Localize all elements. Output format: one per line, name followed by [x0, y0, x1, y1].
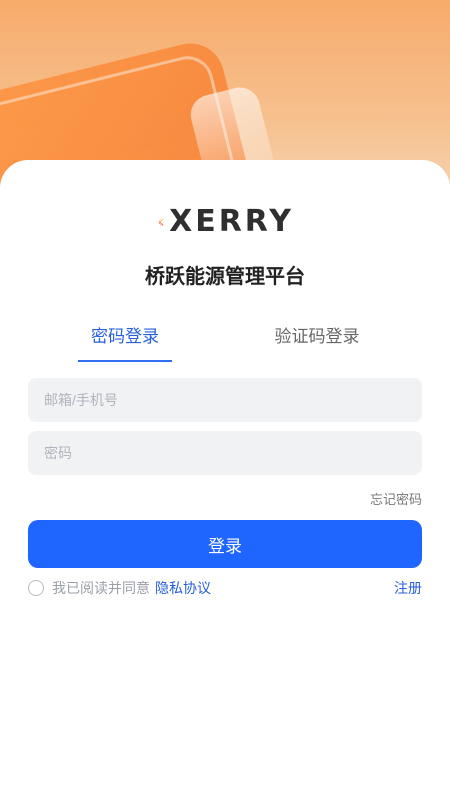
privacy-policy-link[interactable]: 隐私协议 — [155, 578, 211, 598]
tab-password-login[interactable]: 密码登录 — [78, 322, 172, 362]
register-link[interactable]: 注册 — [394, 578, 422, 598]
tab-code-login[interactable]: 验证码登录 — [268, 322, 366, 360]
email-phone-input[interactable] — [28, 378, 422, 422]
agreement-text: 我已阅读并同意 — [52, 581, 150, 597]
password-input[interactable] — [28, 431, 422, 475]
login-card: XERRY 桥跃能源管理平台 密码登录 验证码登录 忘记密码 登录 我已阅读并同… — [0, 160, 450, 800]
sun-rays-icon — [158, 218, 164, 226]
agreement-row: 我已阅读并同意 隐私协议 — [28, 578, 211, 598]
logo-wordmark: XERRY — [169, 204, 294, 239]
radio-circle-icon[interactable] — [28, 580, 44, 596]
app-title: 桥跃能源管理平台 — [145, 264, 305, 288]
brand-logo: XERRY — [158, 202, 294, 242]
login-button[interactable]: 登录 — [28, 520, 422, 568]
login-tabs: 密码登录 验证码登录 — [28, 322, 422, 362]
forgot-password-link[interactable]: 忘记密码 — [370, 489, 422, 508]
